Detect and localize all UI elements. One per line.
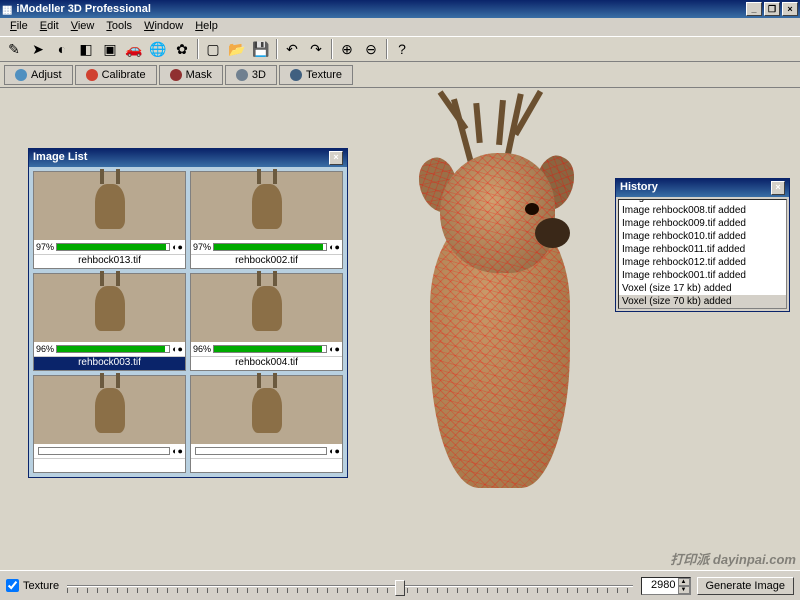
image-thumb[interactable]: 97%◐● rehbock002.tif bbox=[190, 171, 343, 269]
gear-icon[interactable]: ✿ bbox=[171, 38, 193, 60]
image-thumb[interactable]: ◐● bbox=[33, 375, 186, 473]
image-list-title: Image List bbox=[33, 151, 87, 165]
pointer-icon[interactable]: ➤ bbox=[27, 38, 49, 60]
image-thumb[interactable]: 97%◐● rehbock013.tif bbox=[33, 171, 186, 269]
tab-3d[interactable]: 3D bbox=[225, 65, 277, 85]
history-item[interactable]: Image rehbock011.tif added bbox=[619, 243, 786, 256]
maximize-button[interactable]: ❐ bbox=[764, 2, 780, 16]
vehicle-icon[interactable]: 🚗 bbox=[123, 38, 145, 60]
image-list-body: 97%◐● rehbock013.tif 97%◐● rehbock002.ti… bbox=[29, 167, 347, 477]
window-title: iModeller 3D Professional bbox=[16, 3, 150, 15]
tab-calibrate[interactable]: Calibrate bbox=[75, 65, 157, 85]
menu-edit[interactable]: Edit bbox=[34, 18, 65, 36]
workspace-3d-view[interactable]: Image List × 97%◐● rehbock013.tif 97%◐● … bbox=[0, 88, 800, 570]
new-icon[interactable]: ▢ bbox=[202, 38, 224, 60]
generate-image-button[interactable]: Generate Image bbox=[697, 577, 795, 595]
mask-dot-icon bbox=[170, 69, 182, 81]
mask-icon[interactable]: ◧ bbox=[75, 38, 97, 60]
menu-file[interactable]: File bbox=[4, 18, 34, 36]
help-icon[interactable]: ? bbox=[391, 38, 413, 60]
tool-icon[interactable]: ✎ bbox=[3, 38, 25, 60]
history-panel: History × Image rehbock007.tif addedImag… bbox=[615, 178, 790, 312]
history-item[interactable]: Image rehbock010.tif added bbox=[619, 230, 786, 243]
history-list[interactable]: Image rehbock007.tif addedImage rehbock0… bbox=[618, 199, 787, 309]
image-thumb[interactable]: 96%◐● rehbock003.tif bbox=[33, 273, 186, 371]
tab-texture[interactable]: Texture bbox=[279, 65, 353, 85]
history-title: History bbox=[620, 181, 658, 195]
tab-mask[interactable]: Mask bbox=[159, 65, 223, 85]
history-item[interactable]: Image rehbock008.tif added bbox=[619, 204, 786, 217]
globe-icon[interactable]: 🌐 bbox=[147, 38, 169, 60]
texture-label: Texture bbox=[23, 580, 59, 592]
menu-bar: File Edit View Tools Window Help bbox=[0, 18, 800, 36]
spin-down-icon[interactable]: ▼ bbox=[678, 586, 690, 594]
main-toolbar: ✎ ➤ ◐ ◧ ▣ 🚗 🌐 ✿ ▢ 📂 💾 ↶ ↷ ⊕ ⊖ ? bbox=[0, 36, 800, 62]
calibrate-dot-icon bbox=[86, 69, 98, 81]
undo-icon[interactable]: ↶ bbox=[281, 38, 303, 60]
panel-close-button[interactable]: × bbox=[329, 151, 343, 165]
image-thumb[interactable]: ◐● bbox=[190, 375, 343, 473]
image-list-panel: Image List × 97%◐● rehbock013.tif 97%◐● … bbox=[28, 148, 348, 478]
watermark: 打印派 dayinpai.com bbox=[670, 549, 796, 568]
zoom-in-icon[interactable]: ⊕ bbox=[336, 38, 358, 60]
adjust-icon[interactable]: ◐ bbox=[51, 38, 73, 60]
history-item[interactable]: Voxel (size 17 kb) added bbox=[619, 282, 786, 295]
menu-view[interactable]: View bbox=[65, 18, 101, 36]
image-thumb[interactable]: 96%◐● rehbock004.tif bbox=[190, 273, 343, 371]
menu-window[interactable]: Window bbox=[138, 18, 189, 36]
quality-value-input[interactable]: 2980 ▲▼ bbox=[641, 577, 691, 595]
spin-up-icon[interactable]: ▲ bbox=[678, 578, 690, 586]
model-preview[interactable] bbox=[380, 88, 640, 528]
menu-tools[interactable]: Tools bbox=[100, 18, 138, 36]
panel-close-button[interactable]: × bbox=[771, 181, 785, 195]
save-icon[interactable]: 💾 bbox=[250, 38, 272, 60]
mode-tabs: Adjust Calibrate Mask 3D Texture bbox=[0, 62, 800, 88]
history-item[interactable]: Voxel (size 70 kb) added bbox=[619, 295, 786, 308]
minimize-button[interactable]: _ bbox=[746, 2, 762, 16]
history-item[interactable]: Image rehbock012.tif added bbox=[619, 256, 786, 269]
bottom-bar: Texture 2980 ▲▼ Generate Image bbox=[0, 570, 800, 600]
app-icon: ▦ bbox=[2, 3, 12, 16]
quality-slider[interactable] bbox=[67, 579, 632, 593]
tab-adjust[interactable]: Adjust bbox=[4, 65, 73, 85]
adjust-dot-icon bbox=[15, 69, 27, 81]
history-item[interactable]: Image rehbock009.tif added bbox=[619, 217, 786, 230]
window-titlebar: ▦ iModeller 3D Professional _ ❐ × bbox=[0, 0, 800, 18]
3d-dot-icon bbox=[236, 69, 248, 81]
texture-dot-icon bbox=[290, 69, 302, 81]
close-button[interactable]: × bbox=[782, 2, 798, 16]
texture-checkbox[interactable] bbox=[6, 579, 19, 592]
calibrate-icon[interactable]: ▣ bbox=[99, 38, 121, 60]
redo-icon[interactable]: ↷ bbox=[305, 38, 327, 60]
open-icon[interactable]: 📂 bbox=[226, 38, 248, 60]
menu-help[interactable]: Help bbox=[189, 18, 224, 36]
zoom-out-icon[interactable]: ⊖ bbox=[360, 38, 382, 60]
history-item[interactable]: Image rehbock001.tif added bbox=[619, 269, 786, 282]
